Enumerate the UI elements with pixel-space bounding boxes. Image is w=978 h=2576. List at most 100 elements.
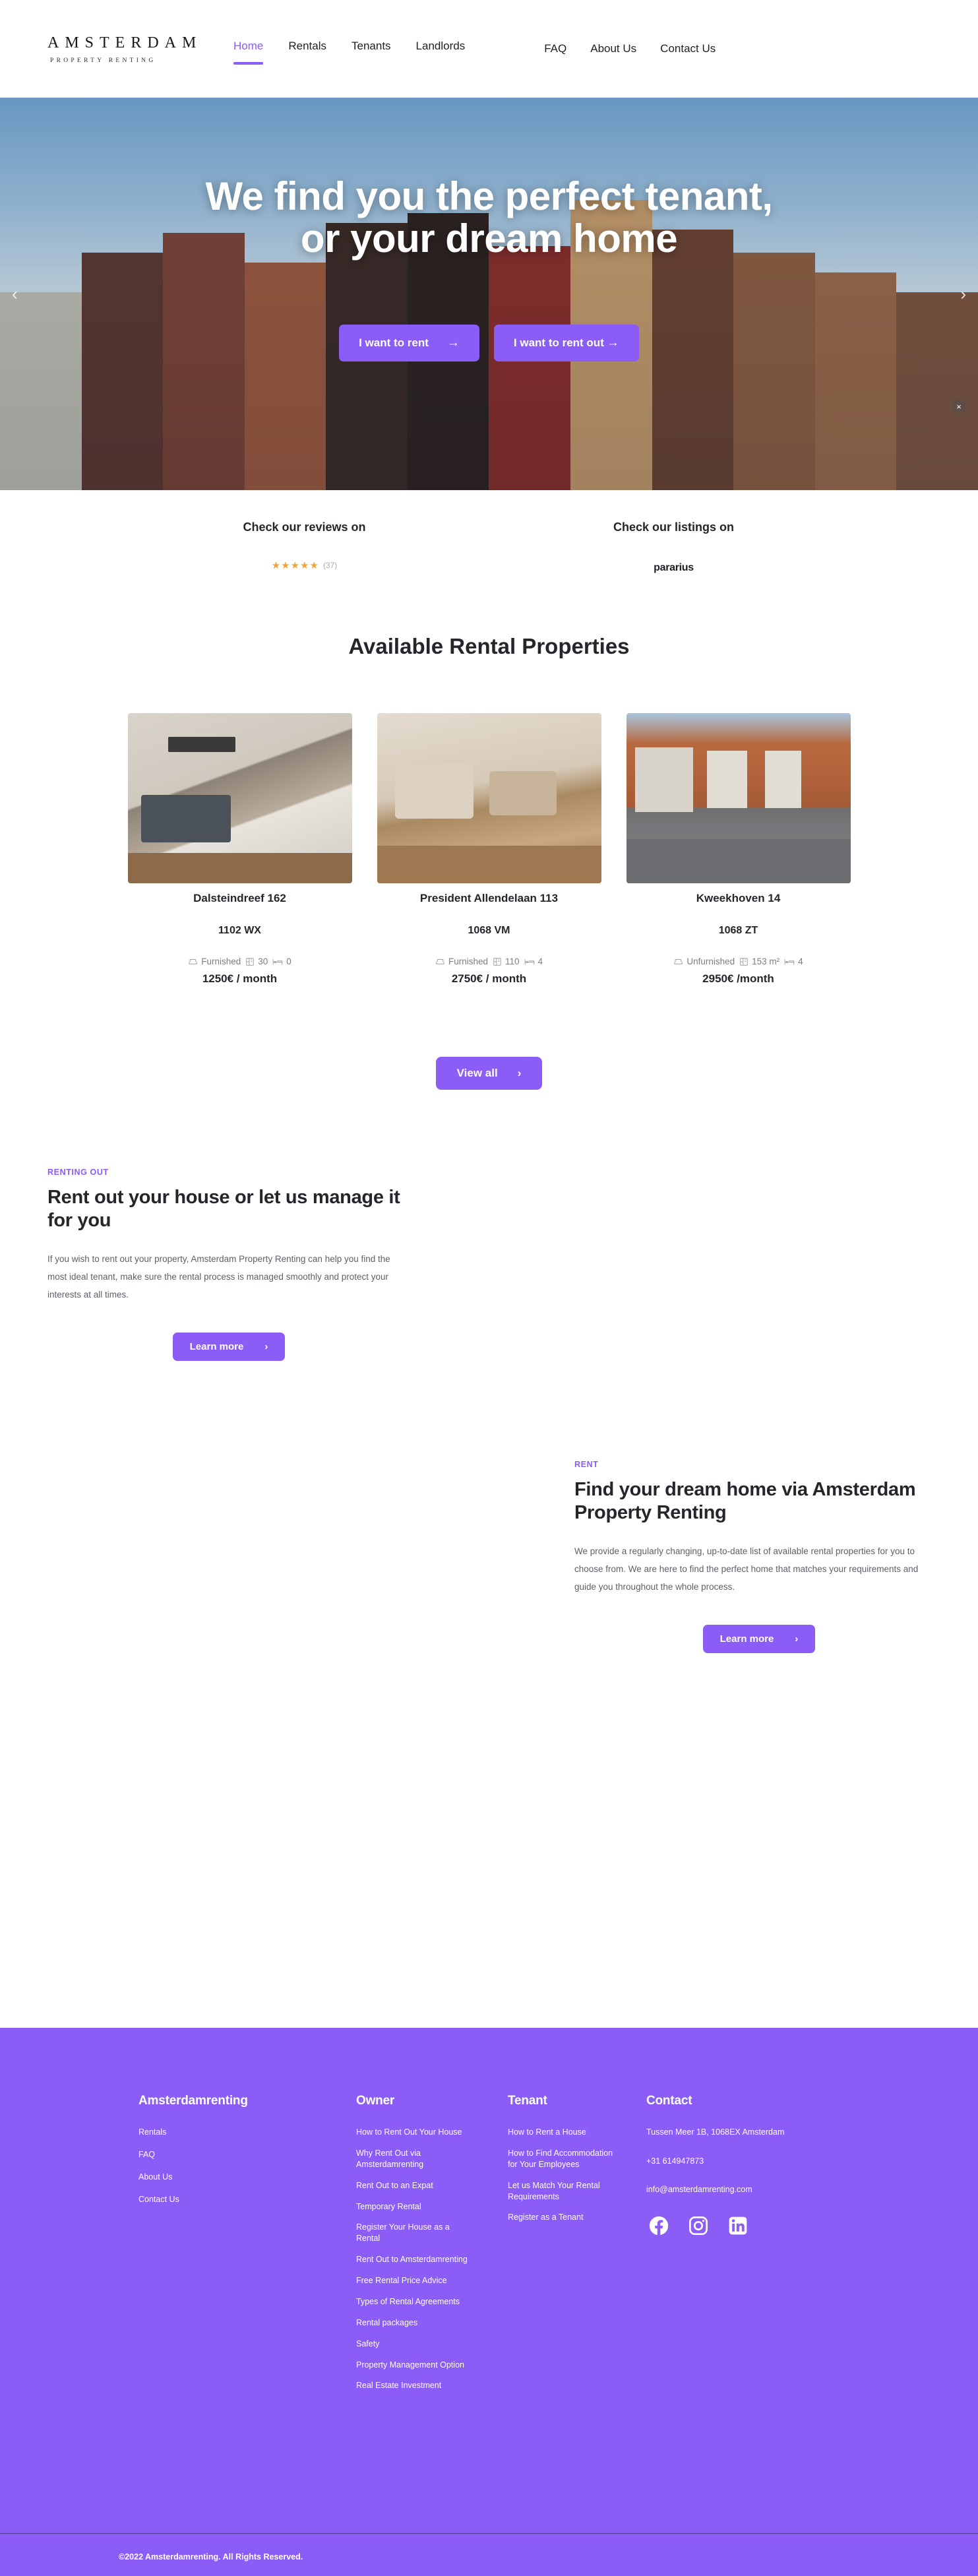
i-want-to-rent-out-button[interactable]: I want to rent out → bbox=[493, 325, 639, 362]
site-footer: Amsterdamrenting Rentals FAQ About Us Co… bbox=[0, 2028, 978, 2576]
bedrooms-label: 4 bbox=[798, 957, 803, 966]
hero-title-line-2: or your dream home bbox=[300, 216, 678, 261]
rent-learn-more-button[interactable]: Learn more › bbox=[702, 1624, 816, 1653]
view-all-button[interactable]: View all › bbox=[435, 1057, 543, 1090]
furnishing-label: Furnished bbox=[448, 957, 488, 966]
property-zip: 1102 WX bbox=[218, 925, 261, 936]
footer-column-contact: Contact Tussen Meer 1B, 1068EX Amsterdam… bbox=[646, 2094, 864, 2401]
close-icon[interactable]: × bbox=[952, 399, 966, 414]
rent-heading: Find your dream home via Amsterdam Prope… bbox=[574, 1478, 916, 1524]
footer-phone[interactable]: +31 614947873 bbox=[646, 2156, 864, 2168]
rent-eyebrow: RENT bbox=[574, 1459, 599, 1469]
footer-link-safety[interactable]: Safety bbox=[356, 2339, 468, 2350]
nav-item-rentals[interactable]: Rentals bbox=[288, 40, 326, 59]
footer-columns: Amsterdamrenting Rentals FAQ About Us Co… bbox=[0, 2028, 978, 2401]
sofa-icon bbox=[188, 957, 198, 966]
copyright-text: ©2022 Amsterdamrenting. All Rights Reser… bbox=[119, 2552, 303, 2561]
hero-prev-arrow[interactable]: ‹ bbox=[12, 284, 18, 304]
hero-title: We find you the perfect tenant, or your … bbox=[0, 175, 978, 260]
rating-row[interactable]: ★★★★★ (37) bbox=[160, 559, 450, 571]
renting-out-learn-more-button[interactable]: Learn more › bbox=[172, 1332, 286, 1361]
hero-title-line-1: We find you the perfect tenant, bbox=[205, 174, 773, 218]
property-photo[interactable] bbox=[626, 713, 851, 883]
page-title: Available Rental Properties bbox=[348, 634, 630, 658]
listings-partner-column: Check our listings on pararius bbox=[529, 520, 819, 622]
sofa-icon bbox=[435, 957, 445, 966]
footer-heading: Amsterdamrenting bbox=[138, 2094, 248, 2108]
property-photo[interactable] bbox=[127, 713, 352, 883]
footer-link-rental-packages[interactable]: Rental packages bbox=[356, 2317, 468, 2329]
bedrooms-label: 4 bbox=[537, 957, 543, 966]
bed-icon bbox=[784, 957, 795, 966]
reviews-column: Check our reviews on ★★★★★ (37) bbox=[160, 520, 450, 622]
furnishing-spec: Furnished bbox=[435, 957, 488, 966]
footer-link-contact-us[interactable]: Contact Us bbox=[138, 2194, 251, 2205]
footer-column-amsterdamrenting: Amsterdamrenting Rentals FAQ About Us Co… bbox=[138, 2094, 356, 2401]
property-price: 1250€ / month bbox=[202, 972, 278, 985]
nav-item-tenants[interactable]: Tenants bbox=[351, 40, 391, 59]
i-want-to-rent-button[interactable]: I want to rent → bbox=[339, 325, 479, 362]
nav-item-landlords[interactable]: Landlords bbox=[416, 40, 466, 59]
footer-link-why-rent-out-via-amsterdamrenting[interactable]: Why Rent Out via Amsterdamrenting bbox=[356, 2148, 468, 2170]
footer-link-let-us-match-your-rental-requirements[interactable]: Let us Match Your Rental Requirements bbox=[508, 2180, 620, 2203]
facebook-icon[interactable] bbox=[646, 2213, 671, 2238]
area-spec: 110 bbox=[493, 957, 520, 966]
footer-link-real-estate-investment[interactable]: Real Estate Investment bbox=[356, 2380, 468, 2391]
footer-link-faq[interactable]: FAQ bbox=[138, 2149, 251, 2160]
footer-link-property-management-option[interactable]: Property Management Option bbox=[356, 2360, 468, 2371]
area-label: 30 bbox=[258, 957, 268, 966]
footer-link-how-to-rent-a-house[interactable]: How to Rent a House bbox=[508, 2127, 620, 2138]
footer-link-types-of-rental-agreements[interactable]: Types of Rental Agreements bbox=[356, 2296, 468, 2308]
hero-next-arrow[interactable]: › bbox=[960, 284, 966, 304]
primary-nav: Home Rentals Tenants Landlords bbox=[233, 40, 466, 65]
footer-link-register-as-a-tenant[interactable]: Register as a Tenant bbox=[508, 2212, 620, 2223]
rent-section: RENT Find your dream home via Amsterdam … bbox=[0, 1460, 978, 1653]
footer-link-about-us[interactable]: About Us bbox=[138, 2172, 251, 2183]
footer-heading: Contact bbox=[646, 2094, 692, 2108]
floorplan-icon bbox=[739, 957, 749, 966]
nav-item-home[interactable]: Home bbox=[233, 40, 264, 65]
rent-content: RENT Find your dream home via Amsterdam … bbox=[574, 1460, 931, 1653]
view-all-label: View all bbox=[456, 1067, 498, 1079]
brand-logo[interactable]: AMSTERDAM PROPERTY RENTING bbox=[47, 34, 219, 64]
nav-item-contact-us[interactable]: Contact Us bbox=[660, 42, 716, 55]
footer-link-how-to-rent-out-your-house[interactable]: How to Rent Out Your House bbox=[356, 2127, 468, 2138]
footer-link-rent-out-to-amsterdamrenting[interactable]: Rent Out to Amsterdamrenting bbox=[356, 2254, 468, 2265]
property-card[interactable]: President Allendelaan 113 1068 VM Furnis… bbox=[377, 713, 601, 986]
property-photo[interactable] bbox=[377, 713, 601, 883]
property-price: 2950€ /month bbox=[702, 972, 774, 985]
bedrooms-spec: 4 bbox=[524, 957, 543, 966]
bed-icon bbox=[272, 957, 283, 966]
view-all-wrapper: View all › bbox=[0, 1057, 978, 1090]
site-header: AMSTERDAM PROPERTY RENTING Home Rentals … bbox=[0, 0, 978, 98]
i-want-to-rent-label: I want to rent bbox=[359, 336, 429, 350]
footer-link-register-your-house-as-a-rental[interactable]: Register Your House as a Rental bbox=[356, 2222, 468, 2244]
star-rating-icon: ★★★★★ bbox=[271, 560, 319, 571]
footer-link-rent-out-to-an-expat[interactable]: Rent Out to an Expat bbox=[356, 2180, 468, 2191]
linkedin-icon[interactable] bbox=[725, 2213, 750, 2238]
chevron-right-icon: › bbox=[795, 1633, 799, 1645]
arrow-right-icon: → bbox=[446, 336, 460, 350]
footer-link-free-rental-price-advice[interactable]: Free Rental Price Advice bbox=[356, 2275, 468, 2286]
secondary-nav: FAQ About Us Contact Us bbox=[544, 42, 716, 55]
footer-email[interactable]: info@amsterdamrenting.com bbox=[646, 2184, 864, 2196]
furnishing-label: Furnished bbox=[201, 957, 241, 966]
footer-heading: Tenant bbox=[508, 2094, 547, 2108]
instagram-icon[interactable] bbox=[686, 2213, 711, 2238]
property-specs: Furnished 30 0 bbox=[128, 957, 352, 966]
footer-link-rentals[interactable]: Rentals bbox=[138, 2127, 251, 2138]
renting-out-section: RENTING OUT Rent out your house or let u… bbox=[0, 1168, 978, 1361]
footer-link-how-to-find-accommodation[interactable]: How to Find Accommodation for Your Emplo… bbox=[508, 2148, 620, 2170]
pararius-logo[interactable]: pararius bbox=[529, 562, 819, 574]
property-card[interactable]: Kweekhoven 14 1068 ZT Unfurnished 153 m²… bbox=[626, 713, 851, 986]
property-card[interactable]: Dalsteindreef 162 1102 WX Furnished 30 0… bbox=[127, 713, 352, 986]
learn-more-label: Learn more bbox=[189, 1340, 244, 1352]
nav-item-about-us[interactable]: About Us bbox=[590, 42, 636, 55]
renting-out-heading: Rent out your house or let us manage it … bbox=[47, 1187, 400, 1232]
property-name: Kweekhoven 14 bbox=[696, 892, 781, 904]
hero-banner: ‹ › We find you the perfect tenant, or y… bbox=[0, 98, 978, 490]
footer-link-temporary-rental[interactable]: Temporary Rental bbox=[356, 2201, 468, 2213]
i-want-to-rent-out-label: I want to rent out bbox=[513, 336, 604, 350]
nav-item-faq[interactable]: FAQ bbox=[544, 42, 566, 55]
bedrooms-label: 0 bbox=[286, 957, 291, 966]
